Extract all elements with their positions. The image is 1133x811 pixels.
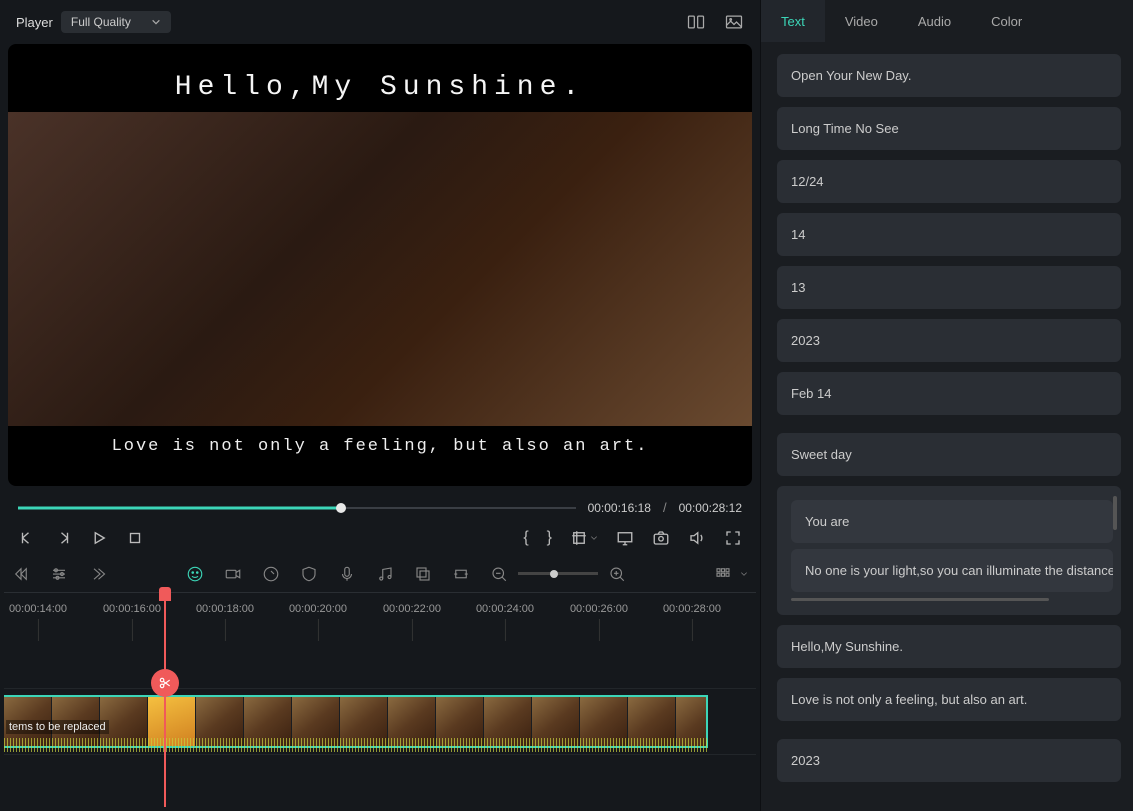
fullscreen-icon[interactable] [724,529,742,547]
mark-out-button[interactable]: } [547,529,552,547]
speed-tool-icon[interactable] [262,565,280,583]
text-item[interactable]: You are [791,500,1113,543]
camera-tool-icon[interactable] [224,565,242,583]
mark-in-button[interactable]: { [523,529,528,547]
ruler-tick: 00:00:14:00 [9,603,67,615]
preview-subtitle-text: Love is not only a feeling, but also an … [8,437,752,456]
snapshot-icon[interactable] [652,529,670,547]
player-label: Player [16,15,53,30]
ruler-tick: 00:00:22:00 [383,603,441,615]
expand-icon[interactable] [88,565,106,583]
stop-button[interactable] [126,529,144,547]
chevron-down-icon [151,17,161,27]
zoom-slider[interactable] [518,572,598,575]
quality-dropdown[interactable]: Full Quality [61,11,171,33]
text-item[interactable]: 2023 [777,739,1121,782]
duration-time: 00:00:28:12 [679,501,742,515]
music-tool-icon[interactable] [376,565,394,583]
text-item[interactable]: Sweet day [777,433,1121,476]
preview-title-text: Hello,My Sunshine. [8,72,752,103]
timeline-back-icon[interactable] [12,565,30,583]
time-separator: / [663,500,667,515]
overlay-tool-icon[interactable] [414,565,432,583]
tab-text[interactable]: Text [761,0,825,42]
text-item[interactable]: 13 [777,266,1121,309]
text-item[interactable]: 12/24 [777,160,1121,203]
text-item[interactable]: 2023 [777,319,1121,362]
compare-view-icon[interactable] [686,12,706,32]
track-view-icon[interactable] [714,565,732,583]
tab-audio[interactable]: Audio [898,0,971,42]
text-items-list[interactable]: Open Your New Day. Long Time No See 12/2… [761,42,1133,811]
shield-tool-icon[interactable] [300,565,318,583]
ruler-tick: 00:00:20:00 [289,603,347,615]
chevron-down-icon [590,534,598,542]
text-item[interactable]: Open Your New Day. [777,54,1121,97]
zoom-in-button[interactable] [608,565,626,583]
text-item[interactable]: 14 [777,213,1121,256]
zoom-out-button[interactable] [490,565,508,583]
crop-icon [570,529,588,547]
ruler-tick: 00:00:28:00 [663,603,721,615]
tab-color[interactable]: Color [971,0,1042,42]
tab-video[interactable]: Video [825,0,898,42]
mic-tool-icon[interactable] [338,565,356,583]
clip-label: tems to be replaced [6,720,109,734]
volume-icon[interactable] [688,529,706,547]
current-time: 00:00:16:18 [588,501,651,515]
timeline-track-video[interactable]: tems to be replaced [4,689,756,755]
crop-dropdown[interactable] [570,529,598,547]
monitor-icon[interactable] [616,529,634,547]
quality-value: Full Quality [71,15,131,29]
fit-tool-icon[interactable] [452,565,470,583]
ruler-tick: 00:00:18:00 [196,603,254,615]
playhead[interactable] [164,593,166,807]
group-h-scrollbar[interactable] [791,598,1049,601]
ruler-tick: 00:00:16:00 [103,603,161,615]
cut-button[interactable] [151,669,179,697]
face-tool-icon[interactable] [186,565,204,583]
play-button[interactable] [90,529,108,547]
image-icon[interactable] [724,12,744,32]
group-scrollbar[interactable] [1113,496,1117,530]
text-item[interactable]: Love is not only a feeling, but also an … [777,678,1121,721]
prev-frame-button[interactable] [18,529,36,547]
video-preview[interactable]: Hello,My Sunshine. Love is not only a fe… [8,44,752,486]
ruler-tick: 00:00:26:00 [570,603,628,615]
ruler-tick: 00:00:24:00 [476,603,534,615]
playback-progress[interactable] [18,505,576,511]
text-item[interactable]: Long Time No See [777,107,1121,150]
text-item[interactable]: No one is your light,so you can illumina… [791,549,1113,592]
settings-lines-icon[interactable] [50,565,68,583]
timeline-track-empty[interactable] [4,637,756,689]
text-item[interactable]: Feb 14 [777,372,1121,415]
next-frame-button[interactable] [54,529,72,547]
text-item-group[interactable]: You are No one is your light,so you can … [777,486,1121,615]
timeline-ruler[interactable]: 00:00:14:00 00:00:16:00 00:00:18:00 00:0… [4,593,756,637]
chevron-down-icon[interactable] [740,570,748,578]
text-item[interactable]: Hello,My Sunshine. [777,625,1121,668]
audio-waveform [4,738,708,752]
